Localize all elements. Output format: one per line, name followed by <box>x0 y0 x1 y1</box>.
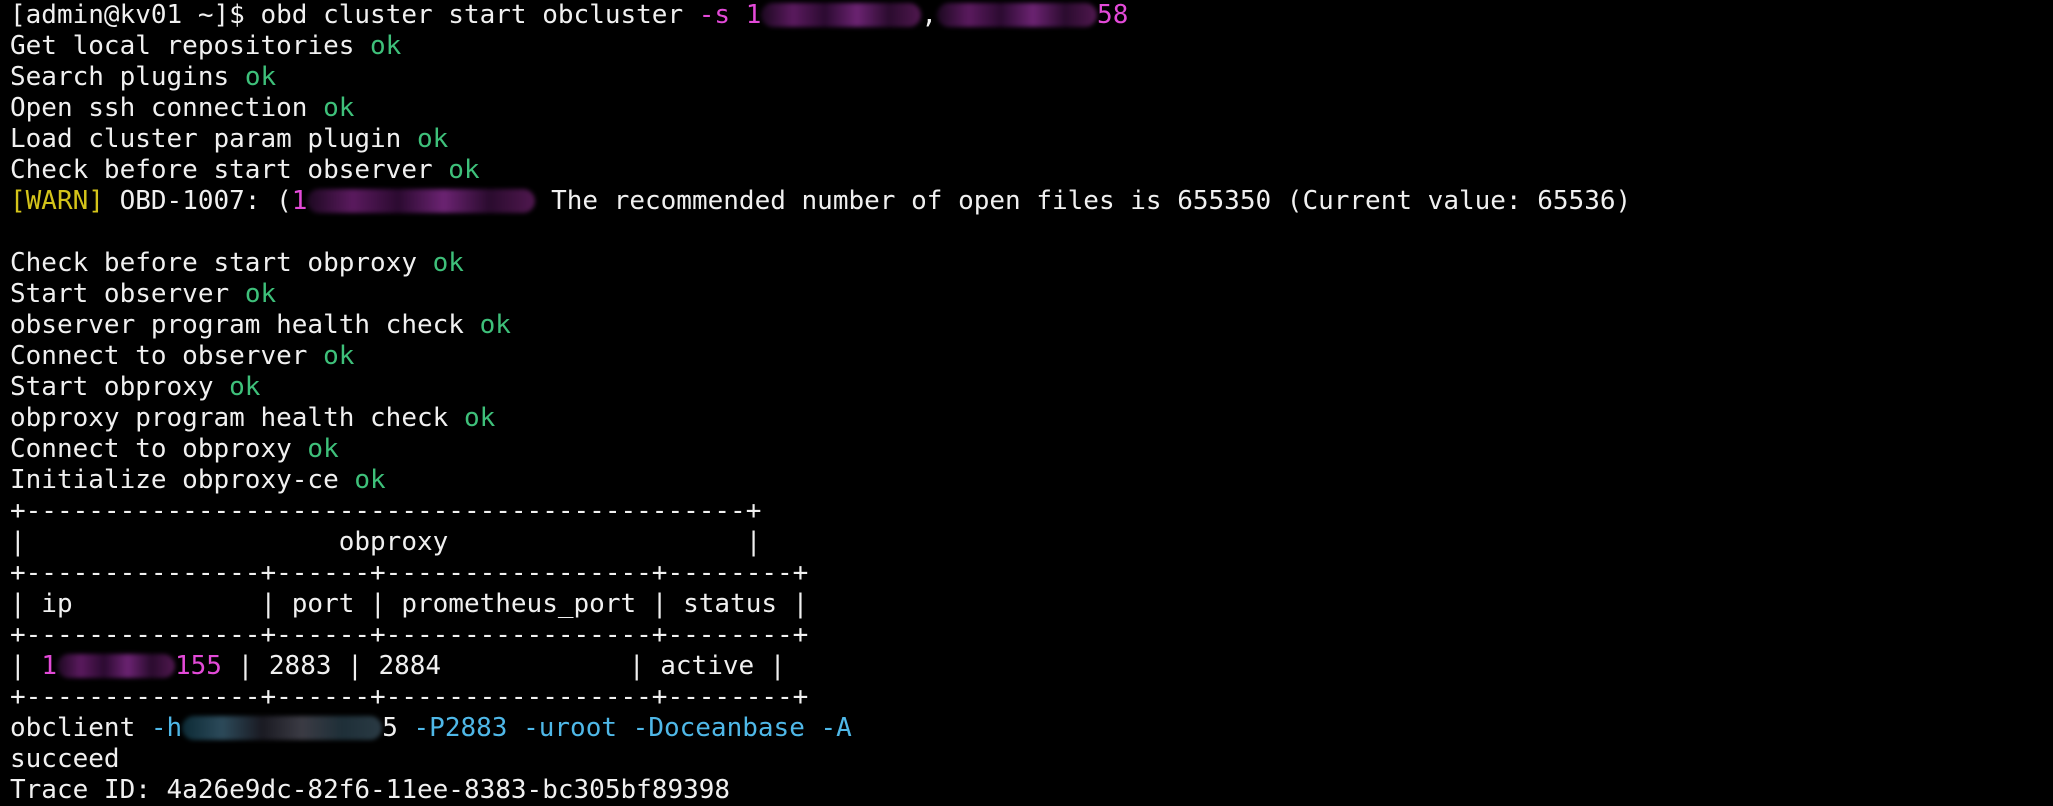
redacted-ip-end: 155 <box>174 651 222 681</box>
step-text: Start obproxy <box>10 372 214 402</box>
client-cmd: obclient <box>10 713 136 743</box>
warn-message: The recommended number of open files is … <box>551 186 1632 216</box>
redacted-ip-start: 1 <box>291 186 308 216</box>
command-line: [admin@kv01 ~]$ obd cluster start obclus… <box>10 0 2053 31</box>
table-border-top: +---------------------------------------… <box>10 496 762 526</box>
step-line: Start obproxy ok <box>10 372 2053 403</box>
redacted-ip-warn <box>307 189 536 213</box>
step-line: obproxy program health check ok <box>10 403 2053 434</box>
status-ok: ok <box>417 124 449 154</box>
step-line: Connect to obproxy ok <box>10 434 2053 465</box>
step-line: Check before start observer ok <box>10 155 2053 186</box>
step-line: Start observer ok <box>10 279 2053 310</box>
step-text: Get local repositories <box>10 31 355 61</box>
client-args: -P2883 -uroot -Doceanbase -A <box>413 713 852 743</box>
shell-prompt: [admin@kv01 ~]$ <box>10 0 245 30</box>
status-ok: ok <box>229 372 261 402</box>
warn-tag: [WARN] <box>10 186 104 216</box>
table-cell-sep: | <box>10 651 42 681</box>
step-line: Initialize obproxy-ce ok <box>10 465 2053 496</box>
step-line: Load cluster param plugin ok <box>10 124 2053 155</box>
trace-line: Trace ID: 4a26e9dc-82f6-11ee-8383-bc305b… <box>10 775 731 805</box>
status-ok: ok <box>448 155 480 185</box>
status-ok: ok <box>370 31 402 61</box>
redacted-host-end: 5 <box>382 713 398 743</box>
status-ok: ok <box>479 310 511 340</box>
warning-line: [WARN] OBD-1007: (1 The recommended numb… <box>10 186 2053 217</box>
table-title-row: | obproxy | <box>10 527 762 557</box>
table-border-bottom: +---------------+------+----------------… <box>10 682 809 712</box>
status-ok: ok <box>323 93 355 123</box>
step-text: Open ssh connection <box>10 93 308 123</box>
step-text: Check before start obproxy <box>10 248 417 278</box>
status-ok: ok <box>244 279 277 309</box>
status-ok: ok <box>354 465 386 495</box>
table-border-mid: +---------------+------+----------------… <box>10 558 809 588</box>
step-text: Connect to obproxy <box>10 434 292 464</box>
step-text: observer program health check <box>10 310 464 340</box>
redacted-ip-start: 1 <box>41 651 57 681</box>
table-header-row: | ip | port | prometheus_port | status | <box>10 589 809 619</box>
step-text: Connect to observer <box>10 341 308 371</box>
client-host-flag: -h <box>150 713 183 743</box>
step-text: Initialize obproxy-ce <box>10 465 339 495</box>
command-text: obd cluster start obcluster <box>260 0 684 30</box>
warn-code: OBD-1007: ( <box>119 186 292 216</box>
step-text: Search plugins <box>10 62 230 92</box>
step-text: Start observer <box>10 279 230 309</box>
table-border-mid: +---------------+------+----------------… <box>10 620 809 650</box>
step-text: Check before start observer <box>10 155 433 185</box>
step-line: Connect to observer ok <box>10 341 2053 372</box>
step-line: observer program health check ok <box>10 310 2053 341</box>
result-line: succeed <box>10 744 120 774</box>
status-ok: ok <box>432 248 464 278</box>
step-line: Search plugins ok <box>10 62 2053 93</box>
status-ok: ok <box>323 341 355 371</box>
step-line: Check before start obproxy ok <box>10 248 2053 279</box>
table-row-values: | 2883 | 2884 | active | <box>221 651 786 681</box>
step-line: Open ssh connection ok <box>10 93 2053 124</box>
redacted-ip-start: 1 <box>745 0 762 30</box>
redacted-ip-end: 58 <box>1097 0 1129 30</box>
status-ok: ok <box>463 403 496 433</box>
step-line: Get local repositories ok <box>10 31 2053 62</box>
terminal-window[interactable]: [admin@kv01 ~]$ obd cluster start obclus… <box>0 0 2053 805</box>
table-row: | 1 155 | 2883 | 2884 | active | <box>10 651 2053 682</box>
redacted-ip-1 <box>761 3 922 27</box>
step-text: Load cluster param plugin <box>10 124 402 154</box>
redacted-ip-2 <box>937 3 1098 27</box>
step-text: obproxy program health check <box>10 403 449 433</box>
client-command-line: obclient -h 5 -P2883 -uroot -Doceanbase -… <box>10 713 2053 744</box>
command-flag: -s <box>698 0 731 30</box>
redacted-host <box>182 716 383 740</box>
status-ok: ok <box>244 62 277 92</box>
redacted-ip-row <box>56 654 175 678</box>
status-ok: ok <box>307 434 339 464</box>
ip-separator: , <box>921 0 938 30</box>
